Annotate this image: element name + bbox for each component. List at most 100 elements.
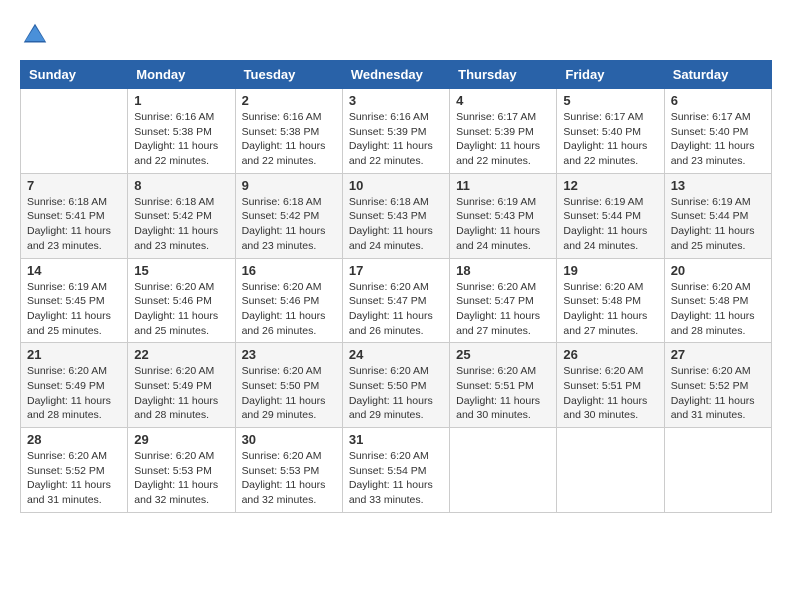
day-info: Sunrise: 6:17 AM Sunset: 5:40 PM Dayligh…: [671, 110, 765, 169]
day-number: 18: [456, 263, 550, 278]
calendar-cell: 20 Sunrise: 6:20 AM Sunset: 5:48 PM Dayli…: [664, 258, 771, 343]
calendar-cell: 28 Sunrise: 6:20 AM Sunset: 5:52 PM Dayli…: [21, 428, 128, 513]
calendar-header-wednesday: Wednesday: [342, 61, 449, 89]
day-info: Sunrise: 6:19 AM Sunset: 5:45 PM Dayligh…: [27, 280, 121, 339]
calendar-week-row: 1 Sunrise: 6:16 AM Sunset: 5:38 PM Daylig…: [21, 89, 772, 174]
day-info: Sunrise: 6:20 AM Sunset: 5:48 PM Dayligh…: [563, 280, 657, 339]
day-info: Sunrise: 6:16 AM Sunset: 5:39 PM Dayligh…: [349, 110, 443, 169]
calendar-cell: 31Sunrise: 6:20 AM Sunset: 5:54 PM Dayli…: [342, 428, 449, 513]
calendar-cell: 18 Sunrise: 6:20 AM Sunset: 5:47 PM Dayli…: [450, 258, 557, 343]
day-info: Sunrise: 6:20 AM Sunset: 5:51 PM Dayligh…: [563, 364, 657, 423]
calendar-header-row: SundayMondayTuesdayWednesdayThursdayFrid…: [21, 61, 772, 89]
day-info: Sunrise: 6:16 AM Sunset: 5:38 PM Dayligh…: [134, 110, 228, 169]
day-info: Sunrise: 6:20 AM Sunset: 5:52 PM Dayligh…: [27, 449, 121, 508]
calendar-cell: 17 Sunrise: 6:20 AM Sunset: 5:47 PM Dayli…: [342, 258, 449, 343]
calendar-cell: 2 Sunrise: 6:16 AM Sunset: 5:38 PM Daylig…: [235, 89, 342, 174]
day-number: 17: [349, 263, 443, 278]
day-info: Sunrise: 6:20 AM Sunset: 5:53 PM Dayligh…: [242, 449, 336, 508]
calendar-cell: [450, 428, 557, 513]
day-info: Sunrise: 6:20 AM Sunset: 5:52 PM Dayligh…: [671, 364, 765, 423]
calendar-header-thursday: Thursday: [450, 61, 557, 89]
day-number: 29: [134, 432, 228, 447]
day-info: Sunrise: 6:18 AM Sunset: 5:42 PM Dayligh…: [134, 195, 228, 254]
calendar-cell: 11 Sunrise: 6:19 AM Sunset: 5:43 PM Dayli…: [450, 173, 557, 258]
day-number: 22: [134, 347, 228, 362]
calendar-cell: 12Sunrise: 6:19 AM Sunset: 5:44 PM Dayli…: [557, 173, 664, 258]
calendar-cell: 1 Sunrise: 6:16 AM Sunset: 5:38 PM Daylig…: [128, 89, 235, 174]
calendar-cell: 27 Sunrise: 6:20 AM Sunset: 5:52 PM Dayli…: [664, 343, 771, 428]
day-number: 4: [456, 93, 550, 108]
day-number: 2: [242, 93, 336, 108]
day-info: Sunrise: 6:20 AM Sunset: 5:49 PM Dayligh…: [27, 364, 121, 423]
day-info: Sunrise: 6:20 AM Sunset: 5:46 PM Dayligh…: [134, 280, 228, 339]
day-number: 10: [349, 178, 443, 193]
day-number: 7: [27, 178, 121, 193]
day-info: Sunrise: 6:19 AM Sunset: 5:43 PM Dayligh…: [456, 195, 550, 254]
day-number: 15: [134, 263, 228, 278]
day-number: 27: [671, 347, 765, 362]
day-info: Sunrise: 6:17 AM Sunset: 5:39 PM Dayligh…: [456, 110, 550, 169]
calendar-cell: 16 Sunrise: 6:20 AM Sunset: 5:46 PM Dayli…: [235, 258, 342, 343]
day-info: Sunrise: 6:20 AM Sunset: 5:46 PM Dayligh…: [242, 280, 336, 339]
day-info: Sunrise: 6:20 AM Sunset: 5:47 PM Dayligh…: [349, 280, 443, 339]
calendar-cell: 14 Sunrise: 6:19 AM Sunset: 5:45 PM Dayli…: [21, 258, 128, 343]
calendar-cell: 22 Sunrise: 6:20 AM Sunset: 5:49 PM Dayli…: [128, 343, 235, 428]
calendar-cell: 5 Sunrise: 6:17 AM Sunset: 5:40 PM Daylig…: [557, 89, 664, 174]
calendar-cell: 29Sunrise: 6:20 AM Sunset: 5:53 PM Dayli…: [128, 428, 235, 513]
day-number: 26: [563, 347, 657, 362]
calendar-cell: [21, 89, 128, 174]
day-number: 9: [242, 178, 336, 193]
logo: [20, 20, 54, 50]
calendar-cell: 10Sunrise: 6:18 AM Sunset: 5:43 PM Dayli…: [342, 173, 449, 258]
calendar-cell: 7 Sunrise: 6:18 AM Sunset: 5:41 PM Daylig…: [21, 173, 128, 258]
calendar-cell: 3 Sunrise: 6:16 AM Sunset: 5:39 PM Daylig…: [342, 89, 449, 174]
day-number: 6: [671, 93, 765, 108]
day-info: Sunrise: 6:20 AM Sunset: 5:48 PM Dayligh…: [671, 280, 765, 339]
day-info: Sunrise: 6:17 AM Sunset: 5:40 PM Dayligh…: [563, 110, 657, 169]
day-number: 12: [563, 178, 657, 193]
day-number: 11: [456, 178, 550, 193]
day-number: 24: [349, 347, 443, 362]
day-number: 19: [563, 263, 657, 278]
day-info: Sunrise: 6:18 AM Sunset: 5:42 PM Dayligh…: [242, 195, 336, 254]
calendar-cell: [664, 428, 771, 513]
calendar-cell: 30 Sunrise: 6:20 AM Sunset: 5:53 PM Dayli…: [235, 428, 342, 513]
day-number: 25: [456, 347, 550, 362]
day-number: 21: [27, 347, 121, 362]
header: [20, 20, 772, 50]
day-number: 20: [671, 263, 765, 278]
calendar-header-friday: Friday: [557, 61, 664, 89]
calendar-cell: 8 Sunrise: 6:18 AM Sunset: 5:42 PM Daylig…: [128, 173, 235, 258]
calendar-cell: 21 Sunrise: 6:20 AM Sunset: 5:49 PM Dayli…: [21, 343, 128, 428]
day-number: 5: [563, 93, 657, 108]
calendar-week-row: 7 Sunrise: 6:18 AM Sunset: 5:41 PM Daylig…: [21, 173, 772, 258]
calendar-cell: 19 Sunrise: 6:20 AM Sunset: 5:48 PM Dayli…: [557, 258, 664, 343]
day-info: Sunrise: 6:20 AM Sunset: 5:54 PM Dayligh…: [349, 449, 443, 508]
day-info: Sunrise: 6:19 AM Sunset: 5:44 PM Dayligh…: [671, 195, 765, 254]
day-info: Sunrise: 6:18 AM Sunset: 5:41 PM Dayligh…: [27, 195, 121, 254]
day-number: 13: [671, 178, 765, 193]
day-number: 1: [134, 93, 228, 108]
calendar-cell: [557, 428, 664, 513]
day-number: 8: [134, 178, 228, 193]
day-number: 3: [349, 93, 443, 108]
day-info: Sunrise: 6:16 AM Sunset: 5:38 PM Dayligh…: [242, 110, 336, 169]
day-number: 16: [242, 263, 336, 278]
calendar-header-sunday: Sunday: [21, 61, 128, 89]
day-info: Sunrise: 6:20 AM Sunset: 5:47 PM Dayligh…: [456, 280, 550, 339]
calendar-week-row: 28 Sunrise: 6:20 AM Sunset: 5:52 PM Dayli…: [21, 428, 772, 513]
calendar-table: SundayMondayTuesdayWednesdayThursdayFrid…: [20, 60, 772, 513]
calendar-week-row: 14 Sunrise: 6:19 AM Sunset: 5:45 PM Dayli…: [21, 258, 772, 343]
calendar-cell: 26 Sunrise: 6:20 AM Sunset: 5:51 PM Dayli…: [557, 343, 664, 428]
day-number: 14: [27, 263, 121, 278]
day-info: Sunrise: 6:20 AM Sunset: 5:51 PM Dayligh…: [456, 364, 550, 423]
calendar-cell: 4 Sunrise: 6:17 AM Sunset: 5:39 PM Daylig…: [450, 89, 557, 174]
day-info: Sunrise: 6:20 AM Sunset: 5:50 PM Dayligh…: [349, 364, 443, 423]
day-number: 23: [242, 347, 336, 362]
day-info: Sunrise: 6:20 AM Sunset: 5:49 PM Dayligh…: [134, 364, 228, 423]
day-number: 30: [242, 432, 336, 447]
calendar-cell: 13 Sunrise: 6:19 AM Sunset: 5:44 PM Dayli…: [664, 173, 771, 258]
day-number: 28: [27, 432, 121, 447]
calendar-cell: 6 Sunrise: 6:17 AM Sunset: 5:40 PM Daylig…: [664, 89, 771, 174]
day-info: Sunrise: 6:20 AM Sunset: 5:50 PM Dayligh…: [242, 364, 336, 423]
